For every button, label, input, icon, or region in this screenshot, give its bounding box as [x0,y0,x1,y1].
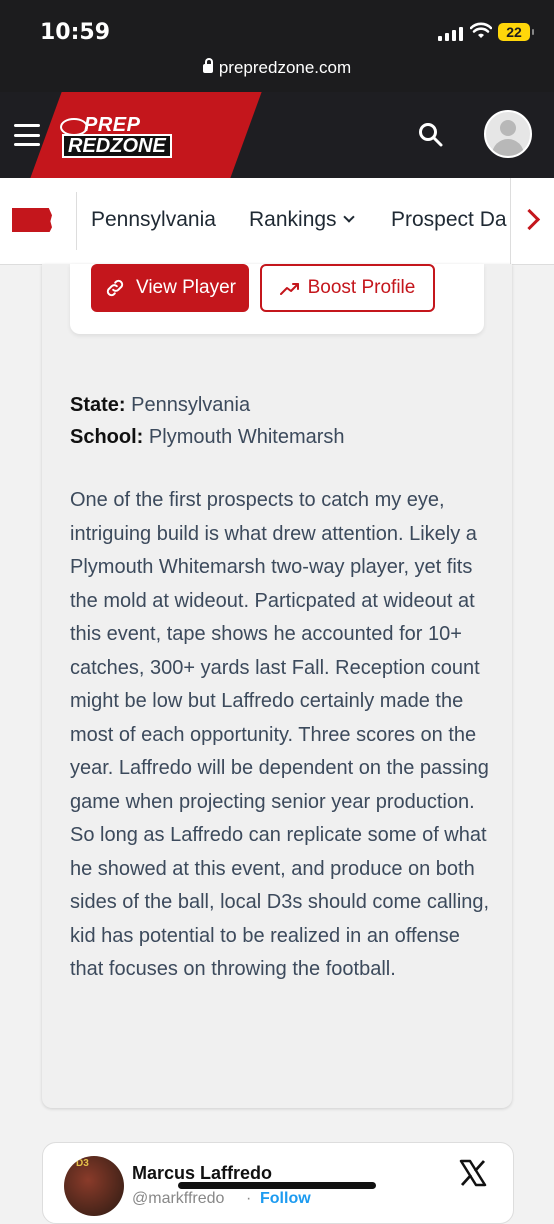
tweet-author-name[interactable]: Marcus Laffredo [132,1163,272,1184]
sub-navigation: Pennsylvania Rankings Prospect Da [0,178,554,265]
address-bar[interactable]: prepredzone.com [0,58,554,78]
site-header: PREP REDZONE [0,92,554,178]
boost-profile-button[interactable]: Boost Profile [260,264,435,312]
user-avatar[interactable] [484,110,532,158]
status-bar: 10:59 22 prepredzone.com [0,0,554,92]
view-player-label: View Player [136,277,236,298]
school-label: School: [70,426,144,448]
x-logo-icon[interactable] [458,1158,488,1188]
cellular-signal-icon [438,25,463,41]
nav-item-prospect-database[interactable]: Prospect Da [391,208,507,232]
logo-text-bottom: REDZONE [62,134,172,158]
school-value: Plymouth Whitemarsh [148,426,345,448]
view-player-button[interactable]: View Player [91,264,249,312]
avatar-jersey-text: D3 [76,1158,89,1169]
trending-up-icon [279,283,299,295]
wifi-icon [470,22,492,38]
chevron-down-icon [342,211,355,223]
pennsylvania-state-icon[interactable] [12,208,52,232]
state-label: State: [70,394,126,416]
player-evaluation-text: One of the first prospects to catch my e… [70,489,490,980]
separator-dot: · [246,1190,252,1207]
home-indicator[interactable] [178,1182,376,1189]
lock-icon [202,58,213,73]
tweet-avatar[interactable]: D3 [64,1156,124,1216]
nav-item-pennsylvania[interactable]: Pennsylvania [91,208,216,232]
divider [76,192,77,250]
state-value: Pennsylvania [131,394,251,416]
state-field: State: Pennsylvania [70,394,250,417]
search-icon[interactable] [418,122,444,148]
clock: 10:59 [40,20,111,45]
boost-profile-label: Boost Profile [307,277,416,298]
tweet-author-handle[interactable]: @markffredo [132,1190,224,1208]
school-field: School: Plymouth Whitemarsh [70,426,345,449]
site-logo[interactable]: PREP REDZONE [58,114,186,158]
link-icon [106,279,124,297]
nav-item-rankings[interactable]: Rankings [249,208,355,232]
nav-item-rankings-label: Rankings [249,208,337,231]
follow-link[interactable]: Follow [260,1190,311,1208]
menu-icon[interactable] [14,124,40,146]
url-text: prepredzone.com [218,58,352,77]
battery-indicator: 22 [498,23,534,41]
